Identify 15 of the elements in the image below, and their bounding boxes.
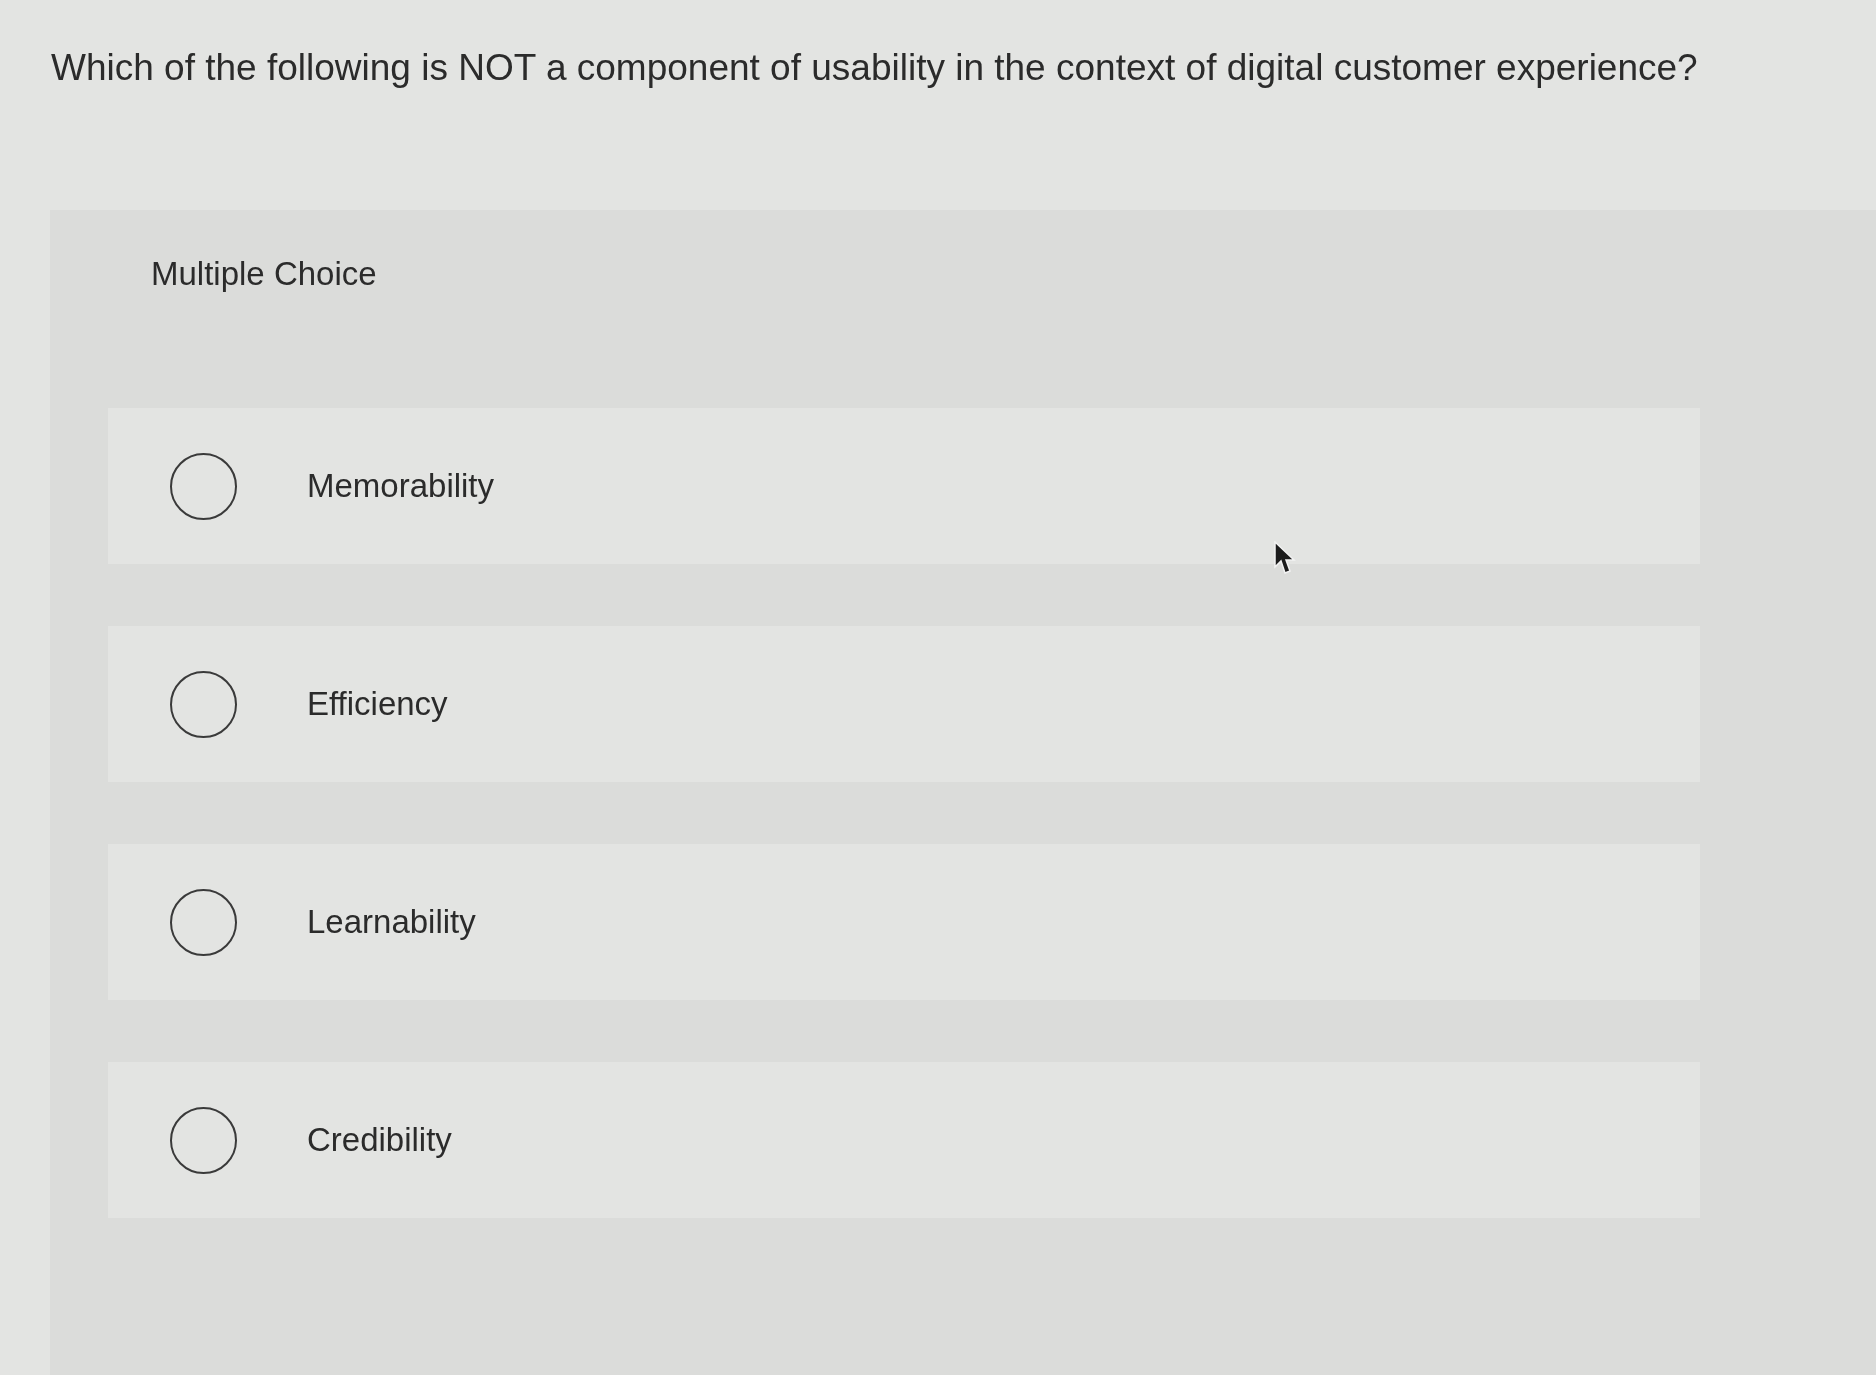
question-text: Which of the following is NOT a component of usability in the context of digital customer experience? [51, 46, 1698, 90]
option-label: Memorability [307, 466, 495, 506]
option-label: Efficiency [307, 684, 448, 724]
radio-button[interactable] [170, 670, 237, 738]
question-type-label: Multiple Choice [151, 254, 377, 294]
answer-option[interactable]: Credibility [108, 1062, 1700, 1218]
option-label: Credibility [307, 1120, 452, 1160]
radio-button[interactable] [170, 1106, 237, 1174]
mouse-pointer-icon [1274, 541, 1296, 575]
radio-button[interactable] [170, 452, 237, 520]
answer-option[interactable]: Memorability [108, 408, 1700, 564]
option-label: Learnability [307, 902, 476, 942]
answer-option[interactable]: Learnability [108, 844, 1700, 1000]
answer-option[interactable]: Efficiency [108, 626, 1700, 782]
radio-button[interactable] [170, 888, 237, 956]
